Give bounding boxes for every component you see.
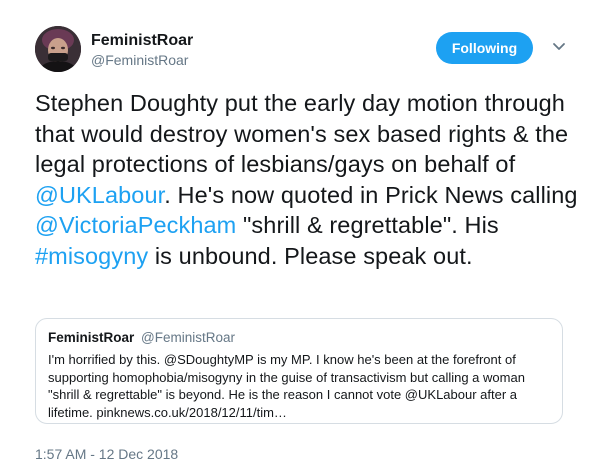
mention-link-uklabour[interactable]: @UKLabour (35, 182, 164, 208)
author-display-name[interactable]: FeministRoar (91, 32, 193, 50)
tweet-text-segment: Stephen Doughty put the early day motion… (35, 90, 569, 177)
quoted-tweet-header: FeministRoar @FeministRoar (48, 330, 235, 345)
hashtag-link-misogyny[interactable]: #misogyny (35, 243, 148, 269)
quoted-author-handle: @FeministRoar (141, 330, 236, 345)
chevron-down-icon[interactable] (550, 38, 568, 56)
mention-link-victoriapeckham[interactable]: @VictoriaPeckham (35, 212, 236, 238)
tweet-text-segment: "shrill & regrettable". His (236, 212, 499, 238)
quoted-author-name: FeministRoar (48, 330, 135, 345)
following-button[interactable]: Following (436, 32, 533, 64)
avatar-image (35, 26, 81, 72)
tweet-text-segment: . He's now quoted in Prick News calling (164, 181, 578, 208)
author-handle[interactable]: @FeministRoar (91, 52, 188, 68)
avatar[interactable] (35, 26, 81, 72)
tweet-text: Stephen Doughty put the early day motion… (35, 88, 580, 271)
quoted-tweet[interactable]: FeministRoar @FeministRoar I'm horrified… (35, 318, 563, 424)
tweet-text-segment: is unbound. Please speak out. (148, 242, 473, 269)
tweet-card: FeministRoar @FeministRoar Following Ste… (0, 0, 600, 468)
quoted-tweet-text: I'm horrified by this. @SDoughtyMP is my… (48, 352, 525, 420)
tweet-timestamp[interactable]: 1:57 AM - 12 Dec 2018 (35, 446, 178, 462)
